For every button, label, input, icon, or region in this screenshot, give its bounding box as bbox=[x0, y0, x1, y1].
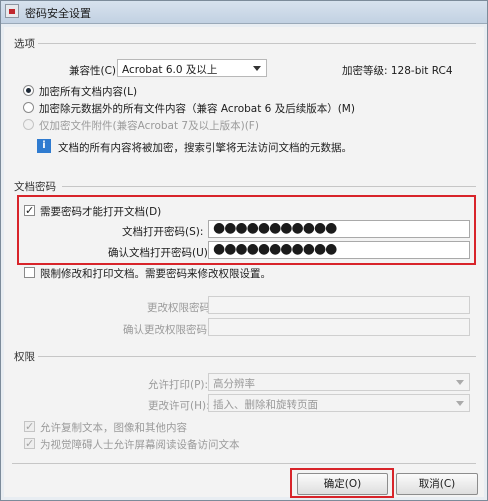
chevron-down-icon bbox=[456, 380, 464, 385]
password-highlight-box bbox=[17, 195, 476, 265]
compat-select-value: Acrobat 6.0 及以上 bbox=[122, 64, 218, 76]
info-text: 文档的所有内容将被加密，搜索引擎将无法访问文档的元数据。 bbox=[58, 142, 352, 154]
changes-permission-value: 插入、删除和旋转页面 bbox=[213, 399, 318, 411]
cancel-button[interactable]: 取消(C) bbox=[396, 473, 478, 495]
doc-password-section-label: 文档密码 bbox=[14, 181, 56, 193]
restrict-editing-checkbox[interactable] bbox=[24, 267, 35, 278]
compat-label: 兼容性(C): bbox=[69, 65, 120, 77]
radio-encrypt-except-metadata-label: 加密除元数据外的所有文件内容（兼容 Acrobat 6 及后续版本）(M) bbox=[39, 103, 355, 115]
radio-encrypt-all-label: 加密所有文档内容(L) bbox=[39, 86, 138, 98]
screen-reader-label: 为视觉障碍人士允许屏幕阅读设备访问文本 bbox=[40, 439, 240, 451]
change-password-input[interactable] bbox=[208, 296, 470, 314]
compat-select[interactable]: Acrobat 6.0 及以上 bbox=[117, 59, 267, 77]
changes-permission-select[interactable]: 插入、删除和旋转页面 bbox=[208, 394, 470, 412]
restrict-editing-label: 限制修改和打印文档。需要密码来修改权限设置。 bbox=[40, 268, 271, 280]
encryption-level: 加密等级: 128-bit RC4 bbox=[342, 65, 453, 77]
print-permission-value: 高分辨率 bbox=[213, 378, 255, 390]
change-password-label: 更改权限密码: bbox=[147, 302, 214, 314]
footer-divider bbox=[12, 463, 476, 464]
radio-encrypt-attachments[interactable] bbox=[23, 119, 34, 130]
pdf-app-icon bbox=[5, 4, 19, 18]
doc-password-divider bbox=[62, 186, 476, 187]
options-section-label: 选项 bbox=[14, 38, 35, 50]
chevron-down-icon bbox=[253, 66, 261, 71]
radio-encrypt-attachments-label: 仅加密文件附件(兼容Acrobat 7及以上版本)(F) bbox=[39, 120, 259, 132]
print-permission-select[interactable]: 高分辨率 bbox=[208, 373, 470, 391]
screen-reader-checkbox[interactable]: ✓ bbox=[24, 438, 35, 449]
password-security-dialog: 密码安全设置 选项 兼容性(C): Acrobat 6.0 及以上 加密等级: … bbox=[0, 0, 488, 501]
confirm-change-password-label: 确认更改权限密码: bbox=[123, 324, 211, 336]
ok-button[interactable]: 确定(O) bbox=[297, 473, 388, 495]
changes-permission-label: 更改许可(H): bbox=[148, 400, 210, 412]
info-icon: i bbox=[37, 139, 51, 153]
window-title: 密码安全设置 bbox=[25, 7, 91, 20]
radio-encrypt-all[interactable] bbox=[23, 85, 34, 96]
title-bar: 密码安全设置 bbox=[1, 1, 487, 24]
radio-encrypt-except-metadata[interactable] bbox=[23, 102, 34, 113]
permissions-section-label: 权限 bbox=[14, 351, 35, 363]
options-divider bbox=[38, 43, 476, 44]
dialog-content: 选项 兼容性(C): Acrobat 6.0 及以上 加密等级: 128-bit… bbox=[4, 27, 484, 498]
print-permission-label: 允许打印(P): bbox=[148, 379, 209, 391]
allow-copy-checkbox[interactable]: ✓ bbox=[24, 421, 35, 432]
permissions-divider bbox=[38, 356, 476, 357]
allow-copy-label: 允许复制文本，图像和其他内容 bbox=[40, 422, 187, 434]
confirm-change-password-input[interactable] bbox=[208, 318, 470, 336]
chevron-down-icon bbox=[456, 401, 464, 406]
